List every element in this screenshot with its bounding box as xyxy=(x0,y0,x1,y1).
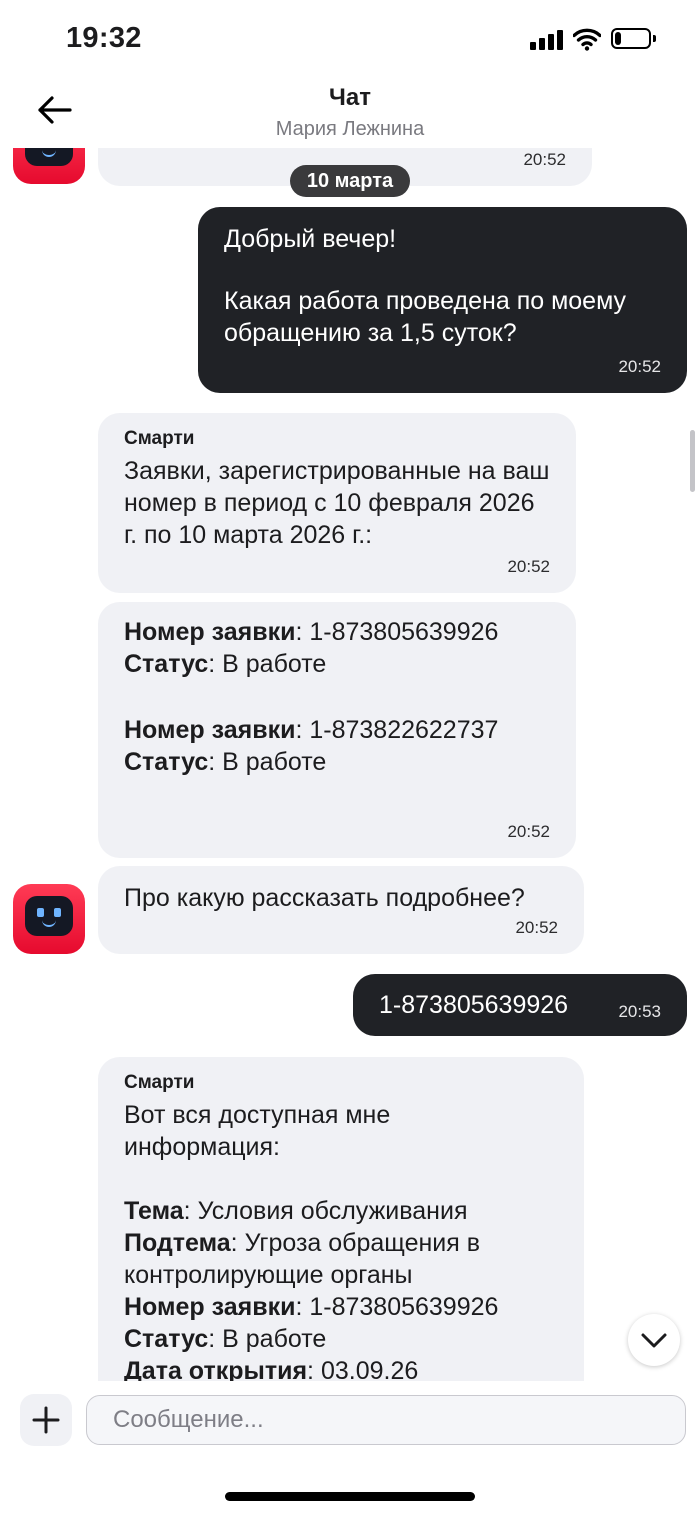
battery-icon xyxy=(611,28,651,49)
plus-icon xyxy=(32,1406,60,1434)
field-value: : 03.09.26 xyxy=(307,1357,419,1381)
field-label: Статус xyxy=(124,1325,209,1353)
scroll-down-button[interactable] xyxy=(628,1314,680,1366)
field-label: Статус xyxy=(124,650,209,678)
message-time: 20:52 xyxy=(507,557,550,576)
message-bubble-incoming: Смарти Вот вся доступная мне информация:… xyxy=(98,1057,584,1381)
sender-name: Смарти xyxy=(124,1072,195,1093)
message-text: Вот вся доступная мне информация: xyxy=(124,1101,391,1161)
chevron-down-icon xyxy=(641,1333,667,1348)
message-bubble-outgoing: 1-873805639926 20:53 xyxy=(353,974,687,1036)
status-line: Статус: В работе xyxy=(124,746,550,778)
field-value: : В работе xyxy=(208,650,327,678)
message-text: Какая работа проведена по моему обращени… xyxy=(224,287,627,347)
field-value: : 1-873822622737 xyxy=(295,716,499,744)
field-value: : В работе xyxy=(208,1325,327,1353)
battery-cap xyxy=(653,35,656,42)
chat-title: Чат xyxy=(329,84,371,111)
message-text: Добрый вечер! xyxy=(224,225,397,253)
message-time: 20:52 xyxy=(618,357,661,376)
field-label: Номер заявки xyxy=(124,1293,296,1321)
request-line: Номер заявки: 1-873805639926 xyxy=(124,1291,558,1323)
add-attachment-button[interactable] xyxy=(20,1394,72,1446)
field-label: Статус xyxy=(124,748,209,776)
field-label: Номер заявки xyxy=(124,618,296,646)
field-value: : Условия обслуживания xyxy=(183,1197,468,1225)
chat-subtitle: Мария Лежнина xyxy=(275,118,425,140)
field-label: Подтема xyxy=(124,1229,231,1257)
sender-name: Смарти xyxy=(124,428,195,449)
opened-date-line: Дата открытия: 03.09.26 xyxy=(124,1355,558,1381)
message-time: 20:53 xyxy=(618,1002,661,1021)
wifi-icon xyxy=(573,28,601,51)
message-input[interactable] xyxy=(86,1395,686,1445)
cellular-signal-icon xyxy=(530,30,564,50)
field-value: : 1-873805639926 xyxy=(295,1293,499,1321)
field-label: Дата открытия xyxy=(124,1357,308,1381)
message-time: 20:52 xyxy=(523,150,566,169)
field-label: Номер заявки xyxy=(124,716,296,744)
request-line: Номер заявки: 1-873805639926 xyxy=(124,616,550,648)
request-line: Номер заявки: 1-873822622737 xyxy=(124,714,550,746)
message-bubble-incoming: Номер заявки: 1-873805639926 Статус: В р… xyxy=(98,602,576,858)
robot-avatar-icon xyxy=(13,884,85,954)
status-time: 19:32 xyxy=(66,22,142,54)
status-line: Статус: В работе xyxy=(124,648,550,680)
message-text: Про какую рассказать подробнее? xyxy=(124,884,525,912)
date-separator: 10 марта xyxy=(290,165,410,197)
message-bubble-incoming: Про какую рассказать подробнее? 20:52 xyxy=(98,866,584,954)
status-line: Статус: В работе xyxy=(124,1323,558,1355)
message-time: 20:52 xyxy=(507,822,550,841)
home-indicator xyxy=(225,1492,475,1501)
message-bubble-incoming: Смарти Заявки, зарегистрированные на ваш… xyxy=(98,413,576,593)
battery-level xyxy=(615,32,621,45)
message-text: Заявки, зарегистрированные на ваш номер … xyxy=(124,457,550,549)
subtopic-line: Подтема: Угроза обращения в контролирующ… xyxy=(124,1227,558,1291)
robot-avatar-icon xyxy=(13,148,85,184)
field-label: Тема xyxy=(124,1197,184,1225)
message-list[interactable]: 20:52 10 марта Добрый вечер! Какая работ… xyxy=(0,148,700,1381)
topic-line: Тема: Условия обслуживания xyxy=(124,1195,558,1227)
field-value: : В работе xyxy=(208,748,327,776)
field-value: : 1-873805639926 xyxy=(295,618,499,646)
message-bubble-outgoing: Добрый вечер! Какая работа проведена по … xyxy=(198,207,687,393)
message-text: 1-873805639926 xyxy=(379,991,569,1019)
message-time: 20:52 xyxy=(515,918,558,937)
scrollbar-thumb[interactable] xyxy=(690,430,695,492)
